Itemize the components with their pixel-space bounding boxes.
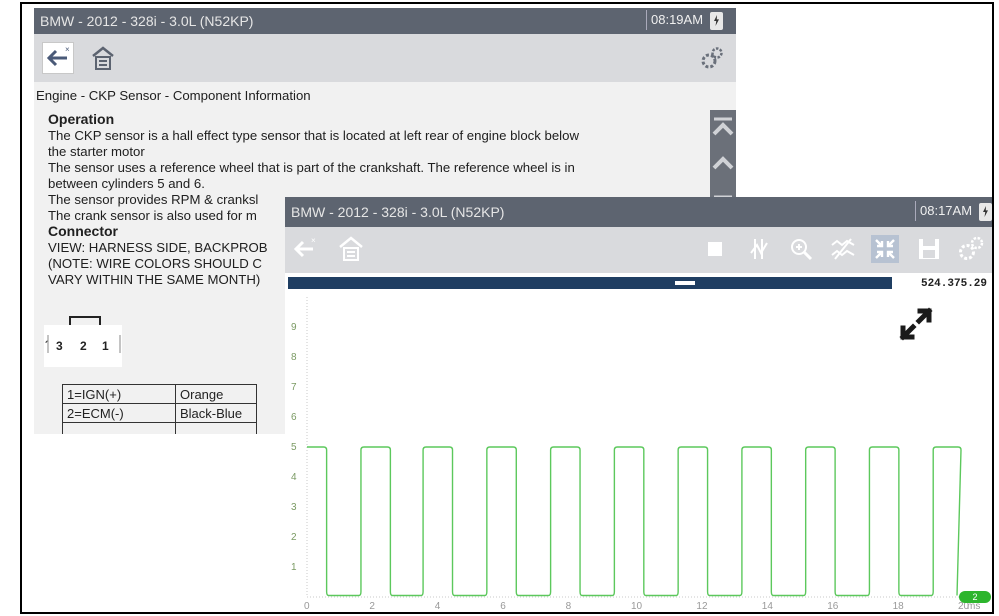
expand-arrows-icon[interactable] — [899, 307, 933, 341]
window-title: BMW - 2012 - 328i - 3.0L (N52KP) — [291, 204, 505, 220]
collapse-icon[interactable] — [871, 235, 899, 263]
clock: 08:17AM — [915, 201, 972, 221]
save-icon[interactable] — [915, 235, 943, 263]
waveform-trace — [307, 446, 962, 597]
pin-cell: 2=ECM(-) — [62, 403, 176, 423]
operation-line: The CKP sensor is a hall effect type sen… — [48, 128, 579, 143]
x-tick-label: 6 — [500, 601, 506, 612]
x-tick-label: 18 — [893, 601, 905, 612]
pin-table: 1=IGN(+) Orange 2=ECM(-) Black-Blue — [62, 384, 257, 434]
connector-diagram: 3 2 1 — [44, 316, 122, 367]
screenshot-frame: BMW - 2012 - 328i - 3.0L (N52KP) 08:19AM… — [20, 2, 994, 614]
back-icon: × — [46, 45, 70, 67]
y-tick-label: 6 — [291, 412, 297, 423]
cursors-icon[interactable] — [745, 235, 773, 263]
operation-line: The sensor uses a reference wheel that i… — [48, 160, 575, 175]
back-button[interactable]: × — [42, 42, 74, 74]
scrollbar[interactable] — [710, 110, 736, 210]
waveform-plot[interactable]: 123456789 0 2 4 6 8 10 12 14 16 18 20 2 ms — [285, 289, 993, 614]
x-axis-unit: ms — [967, 601, 980, 612]
connector-pin: 1 — [102, 339, 109, 353]
stop-icon[interactable] — [701, 235, 729, 263]
x-tick-label: 12 — [696, 601, 708, 612]
home-icon[interactable] — [90, 45, 116, 71]
scope-toolbar: × — [285, 227, 992, 273]
zoom-icon[interactable] — [787, 235, 815, 263]
connector-pin: 3 — [56, 339, 63, 353]
y-tick-label: 2 — [291, 532, 297, 543]
svg-text:×: × — [311, 236, 316, 245]
settings-gears-icon[interactable] — [700, 46, 724, 70]
y-tick-label: 1 — [291, 562, 297, 573]
home-icon[interactable] — [337, 235, 365, 263]
x-tick-label: 16 — [827, 601, 839, 612]
connector-heading: Connector — [48, 223, 118, 239]
operation-heading: Operation — [48, 111, 115, 127]
y-tick-label: 5 — [291, 442, 297, 453]
scroll-up-icon[interactable] — [710, 150, 736, 176]
breadcrumb: Engine - CKP Sensor - Component Informat… — [36, 88, 311, 103]
table-row: 1=IGN(+) Orange — [62, 384, 257, 404]
title-bar: BMW - 2012 - 328i - 3.0L (N52KP) 08:17AM — [285, 197, 992, 227]
table-row — [62, 422, 257, 434]
y-tick-label: 3 — [291, 502, 297, 513]
title-bar: BMW - 2012 - 328i - 3.0L (N52KP) 08:19AM — [34, 8, 736, 34]
connector-pin: 2 — [80, 339, 87, 353]
back-icon[interactable]: × — [291, 235, 319, 263]
operation-line: between cylinders 5 and 6. — [48, 176, 205, 191]
x-tick-label: 0 — [304, 601, 310, 612]
table-row: 2=ECM(-) Black-Blue — [62, 403, 257, 423]
y-tick-label: 9 — [291, 322, 297, 333]
buffer-scroll-thumb[interactable] — [675, 281, 695, 285]
settings-gears-icon[interactable] — [957, 235, 985, 263]
operation-line: the starter motor — [48, 144, 145, 159]
window-title: BMW - 2012 - 328i - 3.0L (N52KP) — [40, 13, 254, 29]
y-tick-label: 4 — [291, 472, 297, 483]
y-tick-label: 7 — [291, 382, 297, 393]
toolbar: × — [34, 34, 736, 82]
battery-icon — [710, 12, 723, 30]
filter-icon[interactable] — [829, 235, 857, 263]
x-tick-label: 2 — [369, 601, 375, 612]
wire-color-cell: Orange — [175, 384, 257, 404]
x-tick-label: 8 — [566, 601, 572, 612]
x-tick-label: 4 — [435, 601, 441, 612]
clock: 08:19AM — [646, 10, 703, 30]
y-tick-label: 8 — [291, 352, 297, 363]
scroll-top-icon[interactable] — [710, 114, 736, 140]
wire-color-cell — [175, 422, 257, 434]
x-tick-label: 14 — [762, 601, 774, 612]
x-tick-label: 10 — [631, 601, 643, 612]
battery-icon — [979, 203, 992, 221]
pin-cell: 1=IGN(+) — [62, 384, 176, 404]
buffer-scrollbar[interactable] — [288, 277, 892, 289]
svg-text:×: × — [65, 45, 70, 54]
wire-color-cell: Black-Blue — [175, 403, 257, 423]
pin-cell — [62, 422, 176, 434]
scope-window: BMW - 2012 - 328i - 3.0L (N52KP) 08:17AM… — [285, 197, 993, 614]
